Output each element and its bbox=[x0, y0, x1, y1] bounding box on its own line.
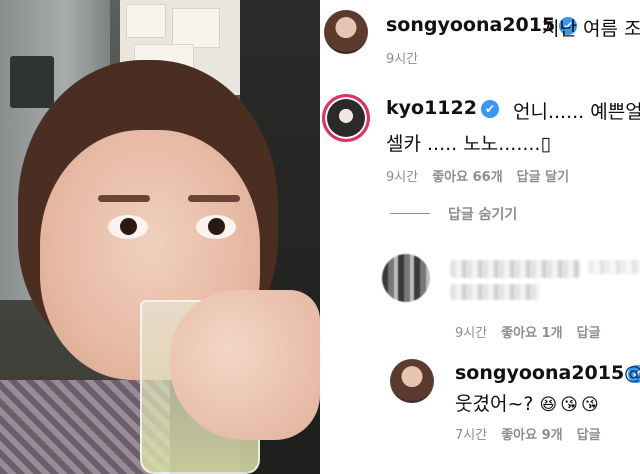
replies-divider bbox=[390, 213, 430, 214]
photo-fridge-panel bbox=[10, 56, 54, 108]
comment-time: 9시간 bbox=[386, 52, 419, 67]
comments-panel: songyoona2015 ✔ 지난 여름 조 9시간 kyo1122 ✔ 언니..… bbox=[320, 0, 640, 474]
photo-eye-right bbox=[196, 215, 236, 239]
hide-replies-button[interactable]: 답글 숨기기 bbox=[448, 204, 517, 224]
blurred-text bbox=[588, 260, 640, 274]
post-photo bbox=[0, 0, 320, 474]
comment-text-body: 웃겼어~? bbox=[455, 393, 534, 415]
kiss-emoji-icon: 😘 bbox=[580, 395, 599, 415]
comment-text: 지난 여름 조 bbox=[542, 18, 640, 40]
kiss-emoji-icon: 😘 bbox=[560, 395, 578, 415]
avatar-blurred[interactable] bbox=[382, 254, 430, 302]
username-link[interactable]: songyoona2015 bbox=[455, 362, 624, 384]
laughing-emoji-icon: 😆 bbox=[539, 395, 558, 415]
comment-meta: 9시간 좋아요 66개 답글 달기 bbox=[386, 166, 583, 185]
mention-link[interactable]: @ bbox=[624, 362, 640, 384]
comment-meta: 9시간 bbox=[386, 48, 432, 67]
photo-paper bbox=[172, 8, 220, 48]
comment-time: 9시간 bbox=[455, 326, 488, 341]
blurred-username bbox=[450, 260, 580, 278]
avatar[interactable] bbox=[324, 10, 368, 54]
photo-brow-left bbox=[98, 195, 150, 202]
comment-time: 7시간 bbox=[455, 428, 488, 443]
blurred-text bbox=[450, 284, 540, 300]
comment-username[interactable]: kyo1122 ✔ bbox=[386, 97, 499, 119]
comment-username[interactable]: songyoona2015 ✔ bbox=[455, 362, 640, 384]
avatar[interactable] bbox=[390, 359, 434, 403]
comment-text-line2: 셀카 ..... 노노.......▯ bbox=[386, 133, 551, 155]
reply-button[interactable]: 답글 bbox=[577, 326, 601, 341]
likes-count[interactable]: 좋아요 1개 bbox=[501, 326, 562, 341]
comment-meta: 9시간 좋아요 1개 답글 bbox=[455, 322, 615, 341]
likes-count[interactable]: 좋아요 9개 bbox=[501, 428, 562, 443]
photo-eye-left bbox=[108, 215, 148, 239]
username-link[interactable]: songyoona2015 bbox=[386, 14, 555, 36]
comment-meta: 7시간 좋아요 9개 답글 bbox=[455, 424, 615, 443]
photo-hand bbox=[170, 290, 320, 440]
reply-button[interactable]: 답글 달기 bbox=[517, 170, 569, 185]
verified-badge-icon: ✔ bbox=[480, 99, 499, 118]
comment-time: 9시간 bbox=[386, 170, 419, 185]
username-link[interactable]: kyo1122 bbox=[386, 97, 477, 119]
photo-paper bbox=[126, 4, 166, 38]
comment-text: 웃겼어~? 😆 😘 😘 bbox=[455, 389, 602, 416]
reply-button[interactable]: 답글 bbox=[577, 428, 601, 443]
photo-brow-right bbox=[188, 195, 240, 202]
likes-count[interactable]: 좋아요 66개 bbox=[432, 170, 502, 185]
avatar-story-ring[interactable] bbox=[322, 94, 370, 142]
comment-text-line1: 언니...... 예쁜얼굴 .. bbox=[513, 101, 640, 123]
